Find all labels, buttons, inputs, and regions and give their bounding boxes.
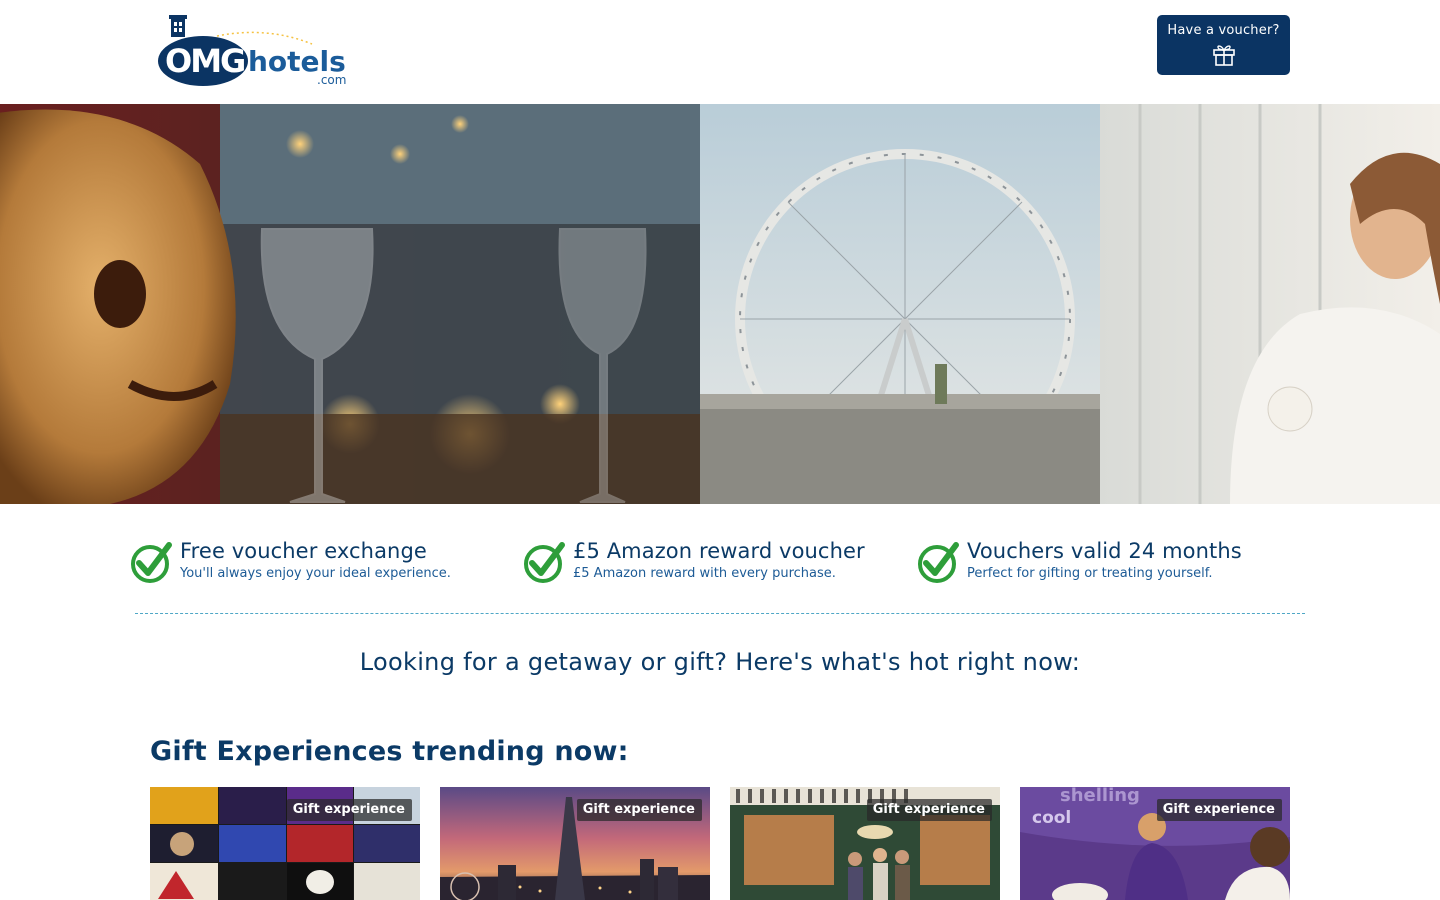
hero-collage-image [0,104,1440,504]
experience-card-central-perk[interactable]: Gift experience [730,787,1000,900]
gift-experience-badge: Gift experience [576,799,702,821]
gift-icon [1212,45,1235,66]
benefit-valid-24-months: Vouchers valid 24 months Perfect for gif… [916,538,1242,584]
experience-card-london-skyline[interactable]: Gift experience [440,787,710,900]
benefit-subtitle: £5 Amazon reward with every purchase. [573,566,836,581]
have-voucher-label: Have a voucher? [1167,23,1280,38]
experience-card-theatre[interactable]: Gift experience [150,787,420,900]
trending-section-title: Gift Experiences trending now: [150,736,629,767]
benefit-amazon-reward: £5 Amazon reward voucher £5 Amazon rewar… [522,538,865,584]
gift-experience-badge: Gift experience [866,799,992,821]
benefit-voucher-exchange: Free voucher exchange You'll always enjo… [129,538,451,584]
check-icon [131,542,172,583]
check-icon [918,542,959,583]
hero-banner [0,104,1440,504]
logo-brand-suffix: .com [317,73,346,87]
benefit-title: £5 Amazon reward voucher [573,539,865,563]
benefit-subtitle: Perfect for gifting or treating yourself… [967,566,1213,581]
dashed-divider [135,613,1305,614]
omghotels-logo[interactable]: OMG hotels .com [157,14,353,90]
logo-brand-main: OMG [165,42,244,80]
check-icon [524,542,565,583]
gift-experience-badge: Gift experience [1156,799,1282,821]
benefit-title: Vouchers valid 24 months [967,539,1242,563]
site-header: OMG hotels .com Have a voucher? [0,0,1440,104]
gift-experience-badge: Gift experience [286,799,412,821]
trending-cards: Gift experience Gift experience Gift exp… [150,787,1290,900]
benefits-strip: Free voucher exchange You'll always enjo… [0,504,1440,614]
have-voucher-button[interactable]: Have a voucher? [1157,15,1290,75]
svg-text:shelling: shelling [1060,787,1140,806]
benefit-title: Free voucher exchange [180,539,427,563]
experience-card-chocolate[interactable]: cool shelling Gift experience [1020,787,1290,900]
benefit-subtitle: You'll always enjoy your ideal experienc… [180,566,451,581]
svg-text:cool: cool [1032,808,1071,828]
hot-right-now-heading: Looking for a getaway or gift? Here's wh… [359,648,1081,676]
